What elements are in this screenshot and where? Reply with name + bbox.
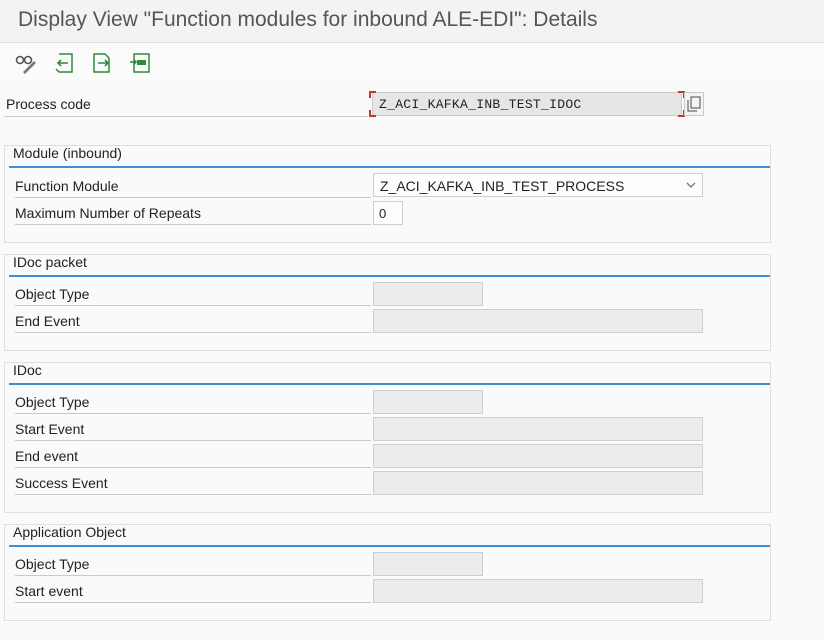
next-entry-button[interactable] [90, 51, 114, 75]
object-type-field[interactable] [373, 282, 483, 306]
success-event-field[interactable] [373, 471, 703, 495]
value-help-button[interactable] [684, 92, 704, 116]
label-underline [15, 413, 371, 414]
start-event-field[interactable] [373, 417, 703, 441]
previous-entry-icon [55, 53, 73, 73]
group-application-object: Application Object Object Type Start eve… [4, 524, 771, 621]
start-event-label: Start Event [15, 421, 85, 437]
previous-entry-button[interactable] [52, 51, 76, 75]
group-title-line [9, 383, 770, 385]
group-title: IDoc [13, 362, 42, 378]
group-title-line [9, 275, 770, 277]
process-code-label: Process code [6, 96, 91, 112]
end-event-field[interactable] [373, 444, 703, 468]
success-event-label: Success Event [15, 475, 108, 491]
display-change-button[interactable] [14, 51, 38, 75]
window-title: Display View "Function modules for inbou… [18, 8, 598, 31]
function-module-label: Function Module [15, 178, 119, 194]
group-title: IDoc packet [13, 254, 87, 270]
glasses-icon [15, 55, 36, 74]
copy-icon [687, 96, 701, 112]
label-underline [15, 305, 371, 306]
chevron-down-icon [686, 182, 696, 188]
label-underline [15, 494, 371, 495]
next-entry-icon [93, 53, 110, 73]
label-underline [15, 224, 371, 225]
process-code-underline [4, 116, 368, 117]
group-title-line [9, 166, 770, 168]
label-underline [15, 440, 371, 441]
start-event-label: Start event [15, 583, 83, 599]
end-event-label: End Event [15, 313, 80, 329]
object-type-label: Object Type [15, 286, 90, 302]
label-underline [15, 602, 371, 603]
group-title-line [9, 545, 770, 547]
title-bar: Display View "Function modules for inbou… [0, 0, 824, 43]
group-title: Application Object [13, 524, 126, 540]
toolbar [0, 43, 824, 81]
group-module-inbound: Module (inbound) Function Module Z_ACI_K… [4, 145, 771, 243]
object-type-label: Object Type [15, 556, 90, 572]
max-repeats-label: Maximum Number of Repeats [15, 205, 201, 221]
group-idoc-packet: IDoc packet Object Type End Event [4, 254, 771, 351]
start-event-field[interactable] [373, 579, 703, 603]
detail-form: Process code Z_ACI_KAFKA_INB_TEST_IDOC M… [0, 82, 824, 640]
label-underline [15, 467, 371, 468]
select-button[interactable] [128, 51, 152, 75]
label-underline [15, 197, 371, 198]
group-idoc: IDoc Object Type Start Event End event S… [4, 362, 771, 513]
max-repeats-field[interactable]: 0 [373, 201, 403, 225]
object-type-field[interactable] [373, 552, 483, 576]
function-module-select[interactable]: Z_ACI_KAFKA_INB_TEST_PROCESS [373, 173, 703, 197]
focus-brackets [369, 91, 685, 117]
group-title: Module (inbound) [13, 145, 122, 161]
end-event-label: End event [15, 448, 79, 464]
end-event-field[interactable] [373, 309, 703, 333]
select-block-icon [130, 53, 150, 73]
function-module-value: Z_ACI_KAFKA_INB_TEST_PROCESS [380, 178, 625, 194]
object-type-label: Object Type [15, 394, 90, 410]
label-underline [15, 332, 371, 333]
label-underline [15, 575, 371, 576]
object-type-field[interactable] [373, 390, 483, 414]
